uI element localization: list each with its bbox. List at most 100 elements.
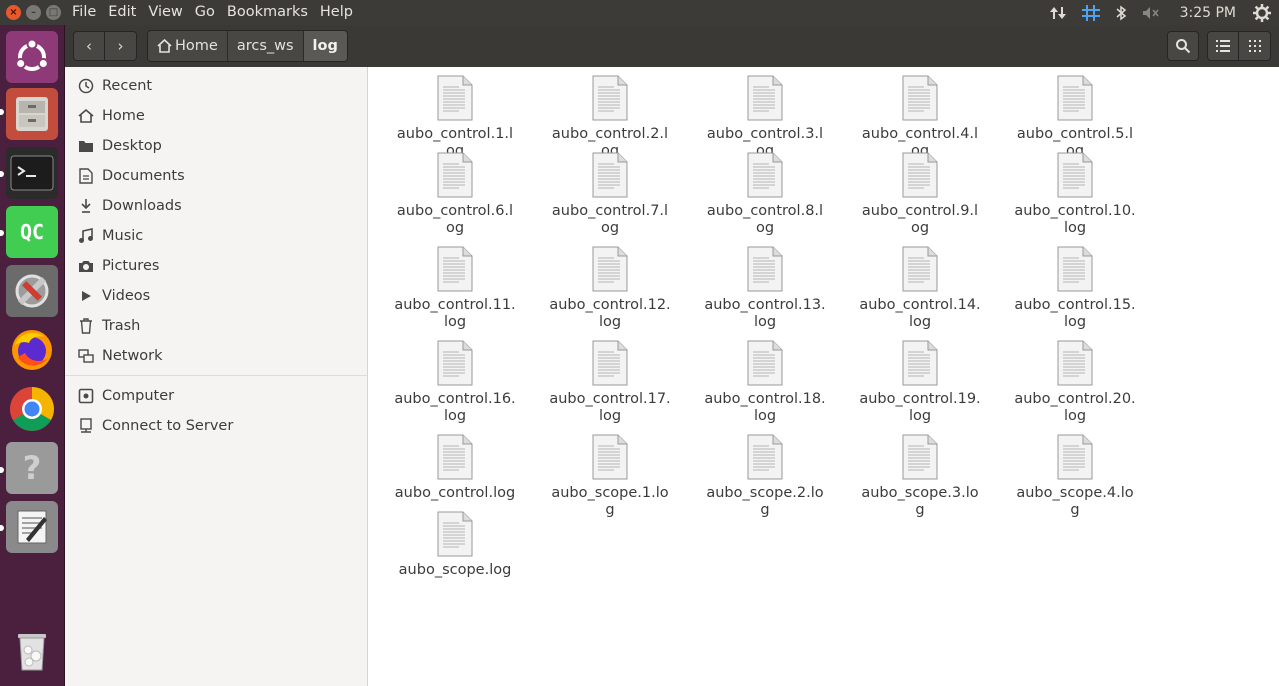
file-item[interactable]: aubo_control.16. log [380,340,530,425]
minimize-button[interactable]: – [26,5,41,20]
grid-view-button[interactable] [1239,31,1271,61]
sidebar-item-label: Computer [102,388,175,404]
volume-muted-icon[interactable] [1134,5,1168,21]
back-button[interactable]: ‹ [73,31,105,61]
sidebar-item-trash[interactable]: Trash [65,311,367,341]
menu-help[interactable]: Help [314,0,359,25]
file-item[interactable]: aubo_scope.4.log [1000,434,1150,519]
file-item[interactable]: aubo_scope.1.log [535,434,685,519]
sidebar-item-recent[interactable]: Recent [65,71,367,101]
file-item[interactable]: aubo_control.2.log [535,75,685,160]
menu-bookmarks[interactable]: Bookmarks [221,0,314,25]
input-method-icon[interactable] [1074,4,1108,22]
home-icon [157,39,172,53]
play-icon [82,291,91,301]
forward-button[interactable]: › [105,31,137,61]
menu-view[interactable]: View [142,0,188,25]
file-item[interactable]: aubo_control.14. log [845,246,995,331]
sidebar-item-network[interactable]: Network [65,341,367,371]
sidebar-item-music[interactable]: Music [65,221,367,251]
trash-icon [80,318,92,334]
sidebar-item-home[interactable]: Home [65,101,367,131]
folder-icon [79,141,93,152]
file-name: aubo_control.9.log [861,203,979,236]
chrome-launcher-button[interactable] [6,383,58,435]
file-item[interactable]: aubo_control.1.log [380,75,530,160]
text-file-icon [747,246,783,292]
text-file-icon [592,75,628,121]
help-launcher-button[interactable]: ? [6,442,58,494]
file-item[interactable]: aubo_scope.2.log [690,434,840,519]
sidebar-item-desktop[interactable]: Desktop [65,131,367,161]
menu-edit[interactable]: Edit [102,0,142,25]
menu-go[interactable]: Go [189,0,221,25]
ubuntu-dash-button[interactable] [6,31,58,83]
firefox-launcher-button[interactable] [6,324,58,376]
sidebar-item-pictures[interactable]: Pictures [65,251,367,281]
path-arcs-ws[interactable]: arcs_ws [227,31,304,61]
file-item[interactable]: aubo_control.4.log [845,75,995,160]
maximize-button[interactable]: □ [46,5,61,20]
sidebar-item-label: Recent [102,78,153,94]
file-name: aubo_control.18. log [704,391,826,424]
list-view-button[interactable] [1207,31,1239,61]
file-item[interactable]: aubo_control.9.log [845,152,995,237]
file-item[interactable]: aubo_control.20. log [1000,340,1150,425]
file-name: aubo_control.17. log [549,391,671,424]
text-file-icon [747,434,783,480]
file-item[interactable]: aubo_control.18. log [690,340,840,425]
file-cabinet-icon [16,97,48,131]
file-name: aubo_control.12. log [549,297,671,330]
file-name: aubo_control.14. log [859,297,981,330]
file-item[interactable]: aubo_control.17. log [535,340,685,425]
network-transfer-icon[interactable] [1042,5,1074,21]
file-item[interactable]: aubo_scope.log [380,511,530,579]
qt-creator-launcher-button[interactable]: QC [6,206,58,258]
file-item[interactable]: aubo_control.3.log [690,75,840,160]
system-tools-launcher-button[interactable] [6,265,58,317]
text-editor-icon [17,510,47,544]
file-item[interactable]: aubo_control.19. log [845,340,995,425]
text-file-icon [437,434,473,480]
file-name: aubo_control.7.log [551,203,669,236]
file-name: aubo_scope.1.log [551,485,669,518]
qt-creator-icon: QC [19,220,45,244]
sidebar-item-videos[interactable]: Videos [65,281,367,311]
file-icon-view[interactable]: aubo_control.1.log aubo_control.2.log aubo… [369,67,1279,686]
file-item[interactable]: aubo_control.log [380,434,530,502]
file-item[interactable]: aubo_control.11. log [380,246,530,331]
chrome-icon [10,387,54,431]
file-item[interactable]: aubo_control.10. log [1000,152,1150,237]
bluetooth-icon[interactable] [1108,5,1134,21]
close-button[interactable]: × [6,5,21,20]
file-item[interactable]: aubo_control.8.log [690,152,840,237]
ubuntu-logo-icon [15,38,49,71]
file-item[interactable]: aubo_control.6.log [380,152,530,237]
sidebar-item-downloads[interactable]: Downloads [65,191,367,221]
file-item[interactable]: aubo_control.15. log [1000,246,1150,331]
path-home[interactable]: Home [148,31,228,61]
music-note-icon [79,228,93,243]
file-item[interactable]: aubo_control.5.log [1000,75,1150,160]
text-editor-launcher-button[interactable] [6,501,58,553]
file-item[interactable]: aubo_scope.3.log [845,434,995,519]
file-name: aubo_control.19. log [859,391,981,424]
terminal-launcher-button[interactable] [6,147,58,199]
trash-launcher-button[interactable] [6,625,58,677]
file-item[interactable]: aubo_control.13. log [690,246,840,331]
sidebar-item-computer[interactable]: Computer [65,381,367,411]
sidebar-item-documents[interactable]: Documents [65,161,367,191]
file-name: aubo_control.15. log [1014,297,1136,330]
path-home-label: Home [175,38,218,54]
sidebar-item-connect-to-server[interactable]: Connect to Server [65,411,367,441]
files-launcher-button[interactable] [6,88,58,140]
text-file-icon [1057,152,1093,198]
gear-icon[interactable] [1246,3,1279,22]
file-item[interactable]: aubo_control.7.log [535,152,685,237]
search-button[interactable] [1167,31,1199,61]
file-item[interactable]: aubo_control.12. log [535,246,685,331]
path-log[interactable]: log [303,31,347,61]
menu-file[interactable]: File [66,0,102,25]
top-panel: × – □ File Edit View Go Bookmarks Help 3… [0,0,1279,25]
clock[interactable]: 3:25 PM [1168,5,1246,21]
